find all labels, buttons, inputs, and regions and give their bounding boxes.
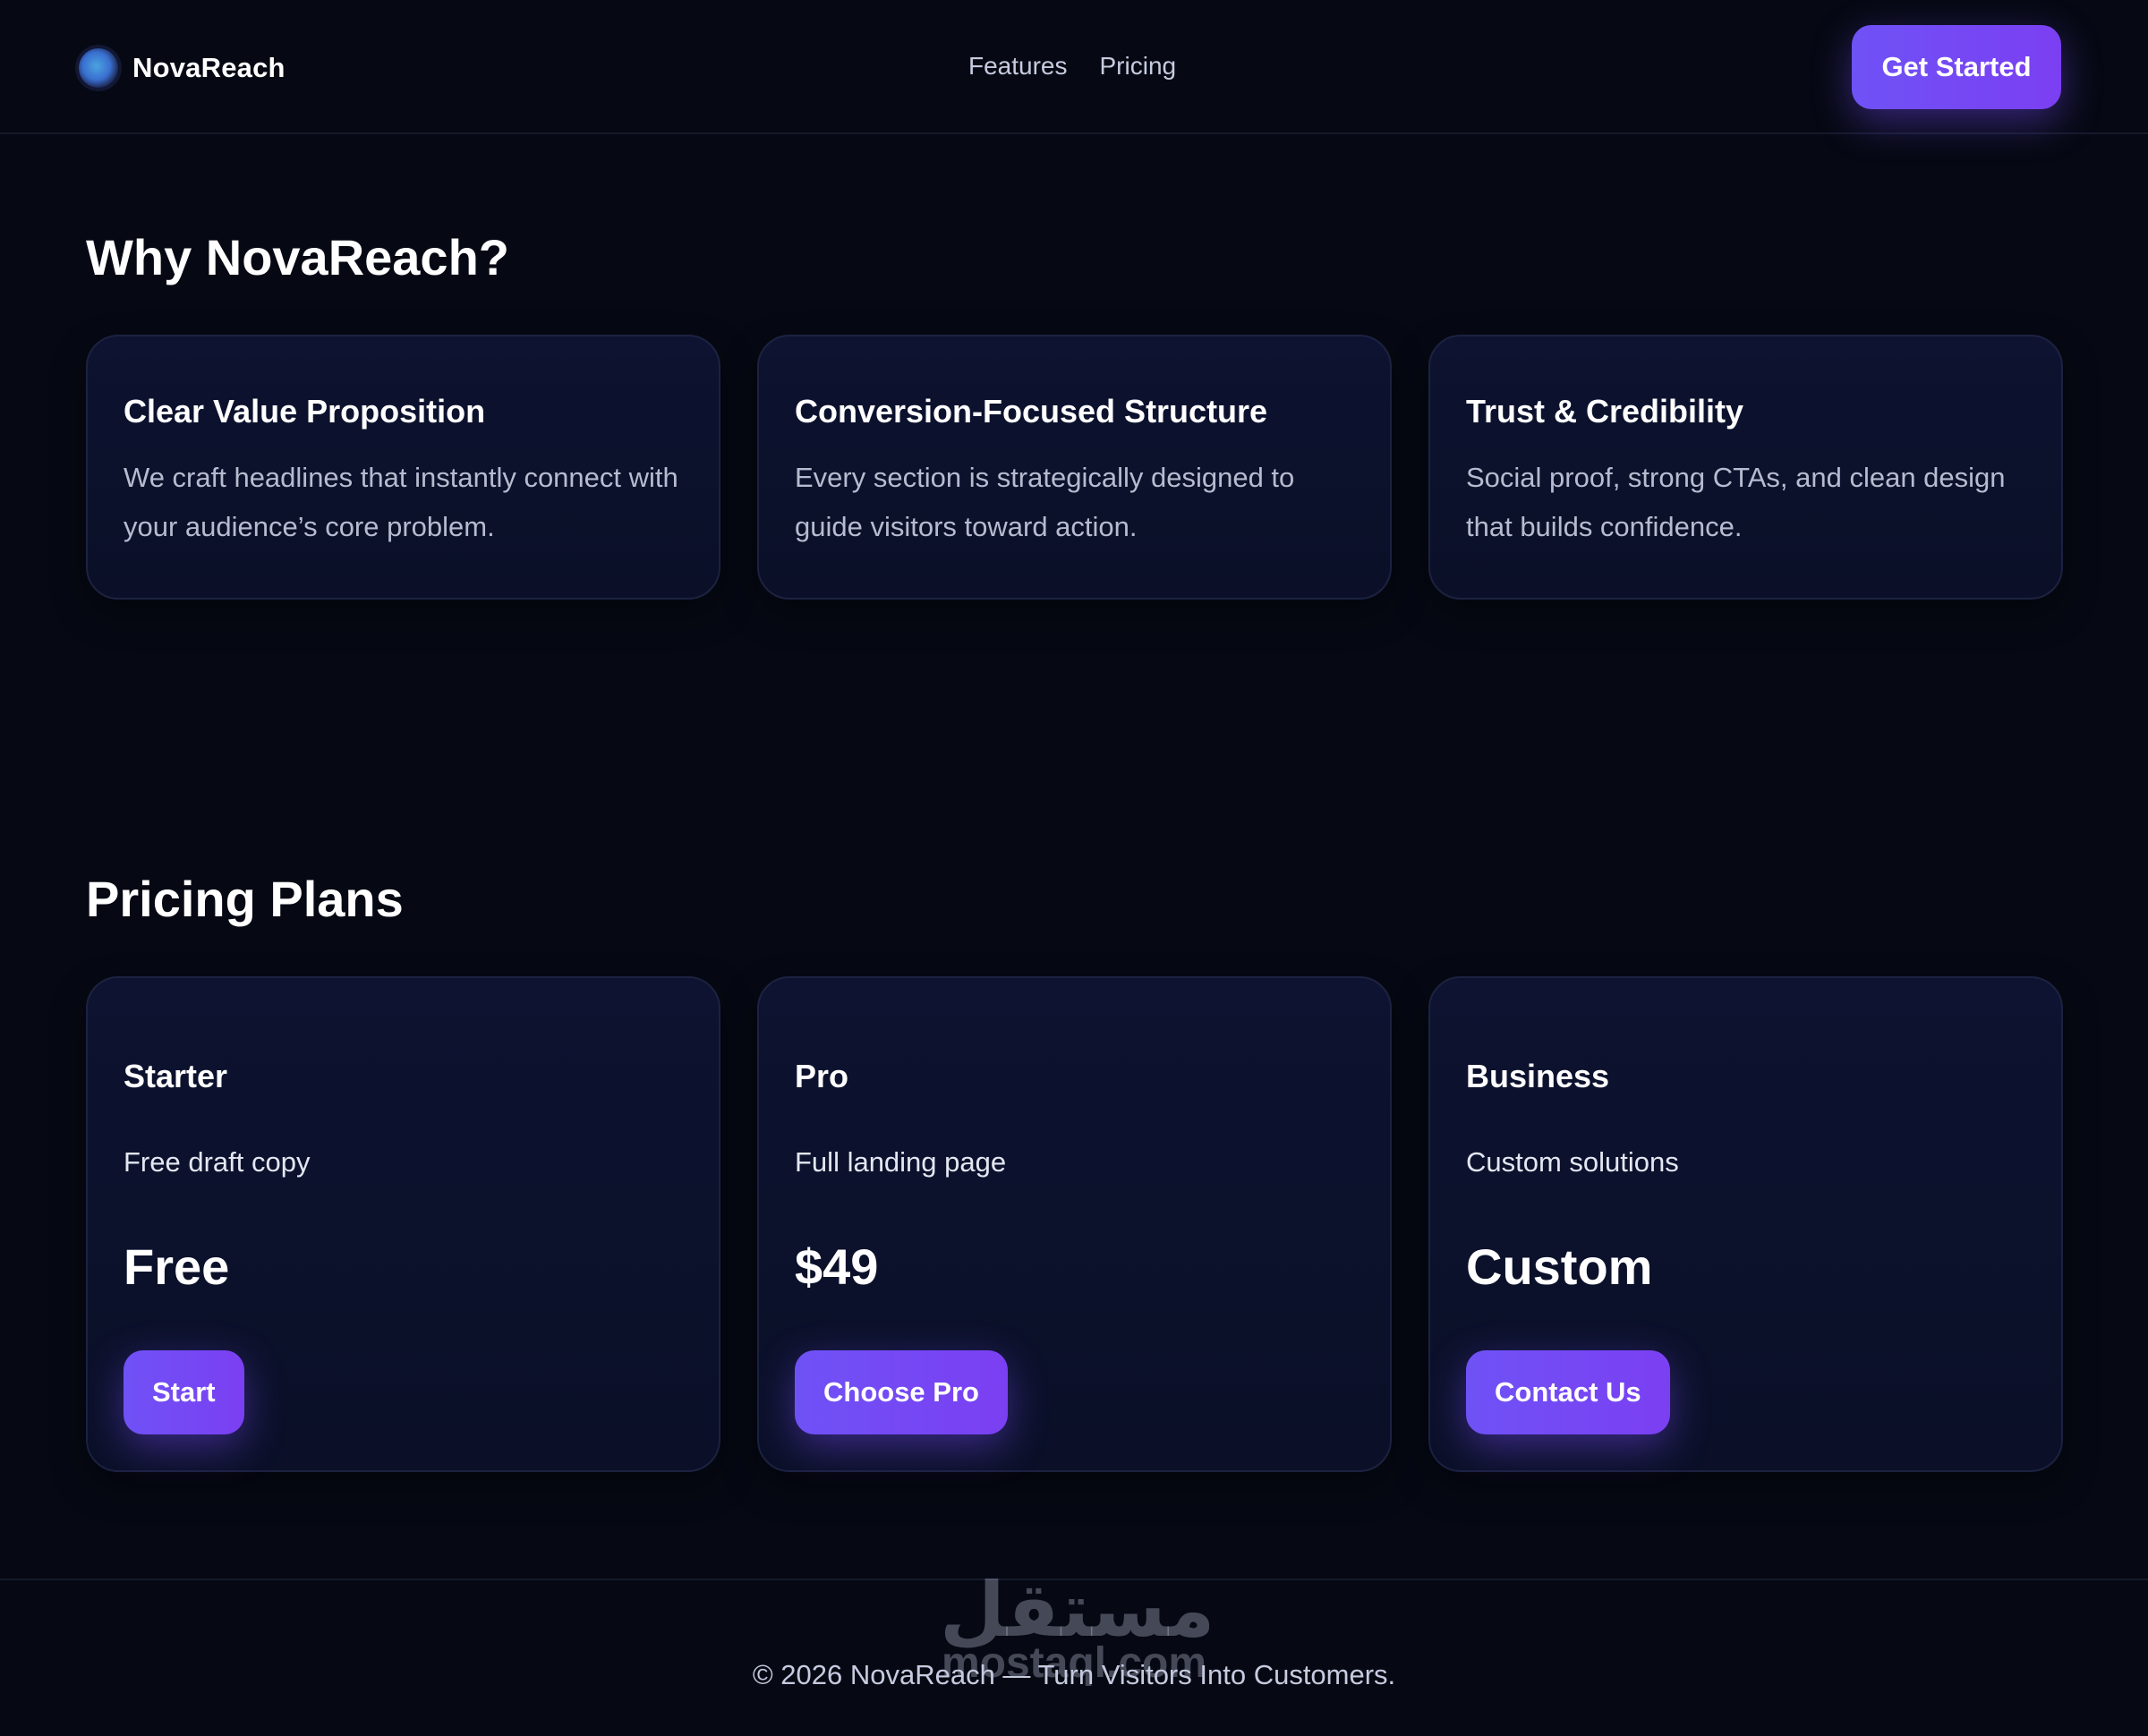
feature-description: Every section is strategically designed …: [795, 461, 1295, 542]
feature-card: Trust & Credibility Social proof, strong…: [1428, 335, 2063, 600]
orb-logo-icon: [79, 48, 118, 88]
plan-description: Full landing page: [795, 1146, 1007, 1178]
brand-name: NovaReach: [132, 52, 286, 83]
pricing-card-business: Business Custom solutions Custom Contact…: [1428, 976, 2063, 1472]
start-button[interactable]: Start: [124, 1350, 244, 1434]
site-header: NovaReach Features Pricing Get Started: [0, 0, 2148, 134]
plan-name: Pro: [795, 1058, 849, 1094]
plan-name: Starter: [124, 1058, 228, 1094]
feature-title: Trust & Credibility: [1466, 393, 1744, 430]
plan-price: Custom: [1466, 1238, 1653, 1295]
feature-title: Clear Value Proposition: [124, 393, 486, 430]
nav-link-pricing[interactable]: Pricing: [1100, 52, 1177, 81]
nav-link-features[interactable]: Features: [968, 52, 1068, 81]
feature-title: Conversion-Focused Structure: [795, 393, 1268, 430]
plan-price: Free: [124, 1238, 230, 1295]
site-footer: © 2026 NovaReach — Turn Visitors Into Cu…: [0, 1579, 2148, 1736]
contact-us-button[interactable]: Contact Us: [1466, 1350, 1670, 1434]
get-started-button[interactable]: Get Started: [1852, 25, 2061, 109]
brand[interactable]: NovaReach: [79, 47, 286, 89]
feature-description: Social proof, strong CTAs, and clean des…: [1466, 461, 2006, 542]
pricing-section-title: Pricing Plans: [86, 871, 404, 927]
main-nav: Features Pricing: [968, 52, 1176, 81]
plan-price: $49: [795, 1238, 879, 1295]
choose-pro-button[interactable]: Choose Pro: [795, 1350, 1008, 1434]
feature-description: We craft headlines that instantly connec…: [124, 461, 678, 542]
feature-card: Clear Value Proposition We craft headlin…: [86, 335, 720, 600]
pricing-card-pro: Pro Full landing page $49 Choose Pro: [757, 976, 1392, 1472]
plan-description: Custom solutions: [1466, 1146, 1679, 1178]
plan-description: Free draft copy: [124, 1146, 311, 1178]
plan-name: Business: [1466, 1058, 1610, 1094]
feature-card: Conversion-Focused Structure Every secti…: [757, 335, 1392, 600]
footer-copyright: © 2026 NovaReach — Turn Visitors Into Cu…: [752, 1659, 1396, 1690]
features-section-title: Why NovaReach?: [86, 229, 509, 285]
pricing-card-starter: Starter Free draft copy Free Start: [86, 976, 720, 1472]
